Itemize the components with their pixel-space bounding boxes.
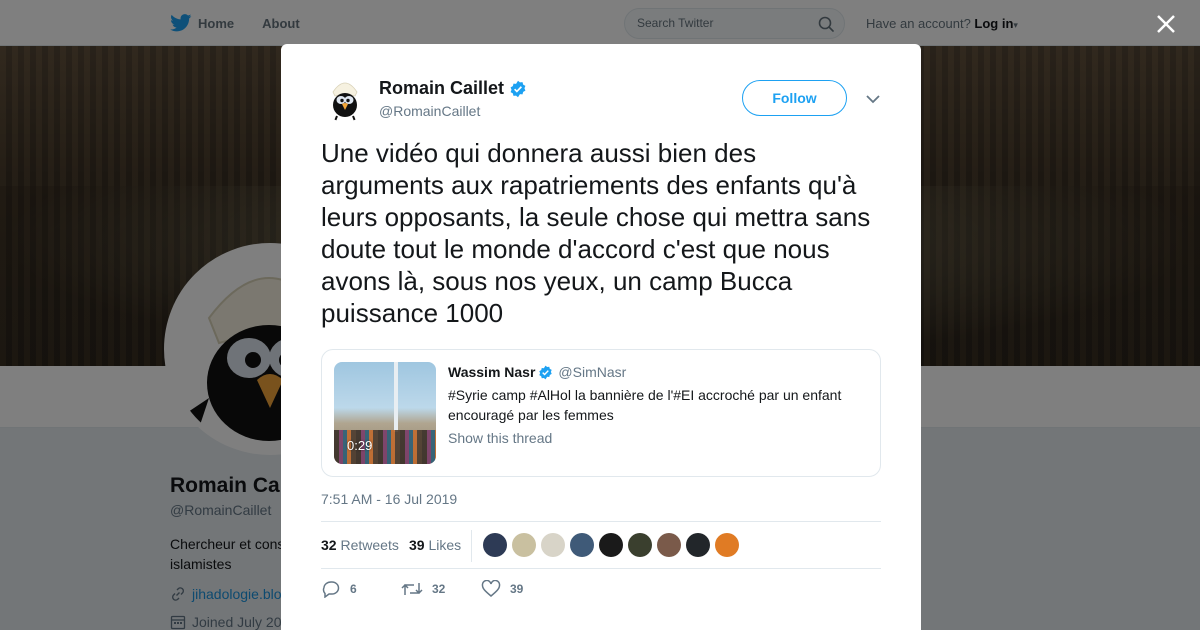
author-handle: @RomainCaillet xyxy=(379,103,481,119)
liker-avatar[interactable] xyxy=(686,533,710,557)
reply-action[interactable]: 6 xyxy=(321,580,401,598)
thumbnail-pole xyxy=(394,362,398,432)
quoted-author-name[interactable]: Wassim Nasr xyxy=(448,364,535,380)
tweet-stats: 32 Retweets 39 Likes xyxy=(321,521,881,569)
verified-badge-icon xyxy=(510,80,526,97)
tweet-timestamp[interactable]: 7:51 AM - 16 Jul 2019 xyxy=(321,491,457,507)
quoted-author-handle: @SimNasr xyxy=(558,364,627,380)
retweets-stat[interactable]: 32 Retweets xyxy=(321,537,399,553)
likes-stat[interactable]: 39 Likes xyxy=(409,537,461,553)
stats-divider xyxy=(471,530,472,562)
retweet-count: 32 xyxy=(432,582,446,596)
retweets-label: Retweets xyxy=(340,537,399,553)
like-action[interactable]: 39 xyxy=(481,580,561,598)
liker-avatar[interactable] xyxy=(715,533,739,557)
like-count: 39 xyxy=(510,582,524,596)
show-thread-link[interactable]: Show this thread xyxy=(448,430,552,446)
close-icon[interactable] xyxy=(1154,12,1178,36)
retweet-icon xyxy=(401,583,423,595)
liker-avatar[interactable] xyxy=(541,533,565,557)
reply-count: 6 xyxy=(350,582,357,596)
chevron-down-icon[interactable] xyxy=(865,91,881,109)
quoted-author[interactable]: Wassim Nasr @SimNasr xyxy=(448,364,626,380)
likes-count: 39 xyxy=(409,537,425,553)
reply-icon xyxy=(322,581,340,598)
liker-avatars xyxy=(483,533,744,557)
video-duration: 0:29 xyxy=(347,438,373,453)
liker-avatar[interactable] xyxy=(657,533,681,557)
heart-icon xyxy=(481,580,501,597)
author-name-text[interactable]: Romain Caillet xyxy=(379,78,504,99)
quoted-text: #Syrie camp #AlHol la bannière de l'#EI … xyxy=(448,387,842,423)
retweet-action[interactable]: 32 xyxy=(401,580,481,598)
tweet-text: Une vidéo qui donnera aussi bien des arg… xyxy=(321,138,871,328)
retweets-count: 32 xyxy=(321,537,337,553)
verified-badge-icon xyxy=(539,365,553,379)
author-avatar[interactable] xyxy=(321,74,369,122)
author-name[interactable]: Romain Caillet xyxy=(379,78,527,99)
quoted-tweet[interactable]: 0:29 Wassim Nasr @SimNasr #Syrie camp #A… xyxy=(321,349,881,477)
liker-avatar[interactable] xyxy=(512,533,536,557)
liker-avatar[interactable] xyxy=(483,533,507,557)
follow-button[interactable]: Follow xyxy=(742,80,847,116)
liker-avatar[interactable] xyxy=(570,533,594,557)
tweet-actions: 6 32 39 xyxy=(321,580,561,598)
likes-label: Likes xyxy=(428,537,462,553)
video-thumbnail[interactable]: 0:29 xyxy=(334,362,436,464)
liker-avatar[interactable] xyxy=(599,533,623,557)
calimero-avatar-icon xyxy=(321,74,369,122)
tweet-modal: Romain Caillet @RomainCaillet Follow Une… xyxy=(281,44,921,630)
liker-avatar[interactable] xyxy=(628,533,652,557)
